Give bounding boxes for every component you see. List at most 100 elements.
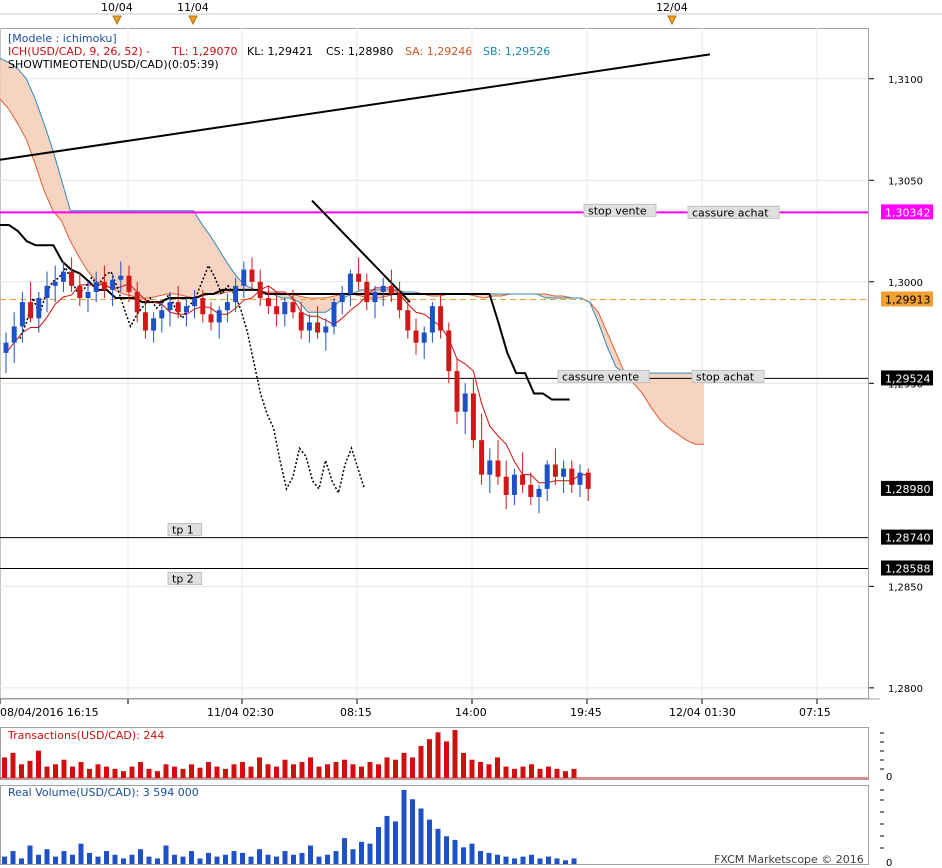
x-tick-label: 12/04 01:30 (669, 706, 736, 719)
candle-body (274, 306, 280, 315)
transaction-bar (282, 759, 288, 778)
candle-body (241, 269, 247, 286)
price-tag-label: 1,30342 (885, 206, 931, 219)
x-tick-label: 08/04/2016 16:15 (0, 706, 99, 719)
candle-body (520, 474, 526, 485)
volume-bar (427, 819, 432, 864)
volume-bar (435, 828, 441, 864)
transaction-bar (95, 764, 101, 778)
candle-body (356, 273, 362, 282)
x-tick-label: 08:15 (340, 706, 372, 719)
transaction-bar (486, 764, 492, 778)
volume-bar (571, 858, 577, 864)
transaction-bar (512, 768, 517, 778)
volume-bar (325, 854, 330, 864)
transaction-bar (206, 762, 211, 778)
candle-body (19, 302, 25, 327)
transaction-bar (452, 730, 458, 778)
transaction-bar (444, 741, 449, 778)
candle-body (159, 310, 165, 319)
transaction-bar (146, 768, 152, 778)
volume-bar (333, 851, 339, 864)
candle-body (118, 275, 124, 280)
volume-bar (367, 843, 373, 864)
transaction-bar (248, 766, 254, 778)
price-tag-label: 1,28588 (885, 562, 931, 575)
volume-bar (180, 856, 186, 864)
volume-bar (189, 851, 194, 864)
candle-body (224, 302, 230, 311)
transaction-bar (308, 757, 313, 778)
y-tick-label: 1,3100 (888, 75, 923, 86)
volume-bar (95, 856, 101, 864)
volume-bar (10, 851, 16, 864)
volume-bar (282, 851, 288, 864)
transaction-bar (359, 766, 364, 778)
volume-bar (265, 854, 271, 864)
candle-body (28, 302, 34, 319)
level-label-text: stop vente (588, 204, 647, 217)
x-tick-label: 11/04 02:30 (207, 706, 274, 719)
date-flag-label: 11/04 (177, 1, 209, 14)
legend-sa: SA: 1,29246 (405, 45, 472, 58)
transaction-bar (61, 759, 67, 778)
volume-bar (308, 845, 313, 864)
date-flag-label: 10/04 (101, 1, 133, 14)
candle-body (110, 279, 116, 290)
candle-body (77, 285, 83, 299)
transaction-bar (384, 757, 390, 778)
transaction-bar (325, 764, 330, 778)
legend-sb: SB: 1,29526 (483, 45, 550, 58)
legend-kl: KL: 1,29421 (247, 45, 313, 58)
candle-body (544, 464, 550, 489)
volume-zero: 0 (886, 858, 892, 868)
transaction-bar (461, 752, 466, 778)
candle-body (134, 291, 140, 313)
candle-body (69, 271, 75, 286)
x-tick-label: 07:15 (799, 706, 831, 719)
candle-body (339, 293, 345, 303)
y-tick-label: 1,2850 (888, 582, 923, 593)
volume-bar (444, 836, 449, 864)
candle-body (421, 332, 427, 343)
volume-bar (112, 854, 118, 864)
candle-body (151, 318, 157, 331)
candle-body (142, 312, 148, 331)
volume-bar (104, 851, 109, 864)
copyright: FXCM Marketscope © 2016 (714, 853, 864, 866)
volume-bar (172, 854, 177, 864)
candle-body (536, 488, 542, 497)
candle-body (44, 285, 50, 299)
candle-body (364, 281, 370, 303)
transaction-bar (571, 768, 577, 778)
candle-body (561, 468, 567, 477)
volume-bar (214, 856, 220, 864)
legend-showtime: SHOWTIMEOTEND(USD/CAD)(0:05:39) (8, 58, 219, 71)
level-label-text: cassure vente (562, 370, 639, 383)
ichimoku-chart: 1,31001,30501,30001,29501,28501,28001,30… (0, 0, 942, 868)
candle-body (569, 468, 575, 485)
transaction-bar (478, 762, 483, 778)
transaction-bar (155, 771, 160, 778)
transaction-bar (495, 757, 500, 778)
transaction-bar (121, 771, 126, 778)
price-tag-label: 1,29524 (885, 372, 931, 385)
transaction-bar (104, 766, 109, 778)
volume-bar (316, 856, 322, 864)
transaction-bar (180, 768, 186, 778)
legend-ich: ICH(USD/CAD, 9, 26, 52) - (8, 45, 150, 58)
candle-body (462, 393, 468, 412)
volume-bar (452, 839, 458, 864)
volume-bar (36, 854, 41, 864)
transaction-bar (274, 766, 279, 778)
transaction-bar (520, 766, 526, 778)
volume-bar (291, 854, 296, 864)
volume-bar (231, 851, 237, 864)
transaction-bar (78, 762, 84, 778)
candle-body (167, 302, 173, 311)
volume-bar (87, 852, 92, 864)
candle-body (282, 302, 288, 315)
candle-body (487, 460, 493, 475)
candle-body (380, 285, 386, 292)
transactions-zero: 0 (886, 772, 892, 783)
